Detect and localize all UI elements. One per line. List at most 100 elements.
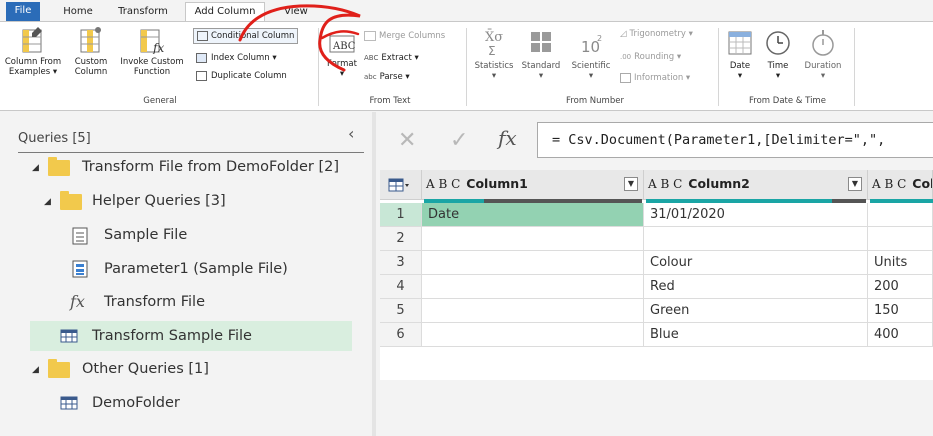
column-from-examples-label-2: Examples — [8, 67, 51, 77]
table-icon — [60, 396, 78, 410]
pane-divider[interactable] — [372, 112, 376, 436]
group-label-from-text: From Text — [369, 96, 411, 106]
table-cell[interactable] — [422, 323, 644, 347]
table-cell[interactable] — [422, 275, 644, 299]
table-cell[interactable]: 150 — [868, 299, 933, 323]
function-icon: fx — [70, 292, 85, 311]
trigonometry-button[interactable]: ◿ Trigonometry ▾ — [620, 28, 693, 40]
column-filter-dropdown-icon[interactable]: ▼ — [848, 177, 862, 191]
accept-formula-icon[interactable]: ✓ — [450, 128, 468, 153]
collapse-arrow-icon[interactable]: ◢ — [44, 187, 51, 217]
tab-view[interactable]: View — [276, 3, 316, 21]
trigonometry-label: Trigonometry — [629, 29, 686, 39]
text-type-icon[interactable]: A B C — [872, 177, 906, 191]
conditional-column-icon — [197, 30, 208, 41]
collapse-pane-icon[interactable]: ‹ — [348, 124, 354, 143]
table-cell[interactable] — [422, 251, 644, 275]
table-cell[interactable] — [422, 227, 644, 251]
query-item-label: Parameter1 (Sample File) — [104, 261, 288, 277]
custom-column-button[interactable]: Custom Column — [68, 26, 114, 77]
table-cell[interactable]: Green — [644, 299, 868, 323]
row-number[interactable]: 3 — [380, 251, 422, 275]
stopwatch-icon — [812, 30, 834, 56]
table-cell[interactable] — [644, 227, 868, 251]
table-cell[interactable] — [422, 299, 644, 323]
table-cell[interactable]: Date — [422, 203, 644, 227]
parse-label: Parse — [379, 72, 403, 82]
select-all-corner[interactable] — [380, 170, 422, 200]
information-button[interactable]: Information ▾ — [620, 72, 690, 84]
group-label-general: General — [143, 96, 177, 106]
column-header-column3[interactable]: A B C Colu — [868, 170, 933, 200]
invoke-custom-function-button[interactable]: fx Invoke Custom Function — [116, 26, 188, 77]
text-type-icon[interactable]: A B C — [648, 177, 682, 191]
format-button[interactable]: ABC Format ▾ — [322, 32, 362, 79]
query-folder-transform-file[interactable]: ◢ Transform File from DemoFolder [2] — [30, 152, 360, 182]
index-column-button[interactable]: Index Column ▾ — [196, 52, 277, 64]
table-menu-icon — [388, 178, 409, 192]
tab-home[interactable]: Home — [55, 3, 101, 21]
query-item-sample-file[interactable]: Sample File — [70, 220, 350, 250]
duration-button[interactable]: Duration ▾ — [798, 28, 848, 81]
time-button[interactable]: Time ▾ — [762, 28, 794, 81]
scientific-button[interactable]: 10 2 Scientific ▾ — [566, 28, 616, 81]
table-cell[interactable]: 31/01/2020 — [644, 203, 868, 227]
formula-bar: ✕ ✓ fx = Csv.Document(Parameter1,[Delimi… — [380, 120, 933, 160]
query-item-demofolder[interactable]: DemoFolder — [60, 388, 340, 418]
table-cell[interactable]: Units — [868, 251, 933, 275]
query-item-parameter1[interactable]: Parameter1 (Sample File) — [70, 254, 350, 284]
column-header-column2[interactable]: A B C Column2 ▼ — [644, 170, 868, 200]
row-number[interactable]: 2 — [380, 227, 422, 251]
standard-button[interactable]: Standard ▾ — [518, 28, 564, 81]
row-number[interactable]: 4 — [380, 275, 422, 299]
extract-icon: ABC — [364, 54, 379, 62]
rounding-label: Rounding — [634, 52, 675, 62]
row-number[interactable]: 6 — [380, 323, 422, 347]
column-header-column1[interactable]: A B C Column1 ▼ — [422, 170, 644, 200]
rounding-button[interactable]: .00 Rounding ▾ — [620, 51, 681, 63]
date-label: Date — [729, 61, 751, 71]
cancel-formula-icon[interactable]: ✕ — [398, 128, 416, 153]
table-cell[interactable]: Red — [644, 275, 868, 299]
column-filter-dropdown-icon[interactable]: ▼ — [624, 177, 638, 191]
collapse-arrow-icon[interactable]: ◢ — [32, 153, 39, 183]
tab-add-column[interactable]: Add Column — [185, 2, 265, 21]
row-number[interactable]: 5 — [380, 299, 422, 323]
conditional-column-label: Conditional Column — [211, 31, 295, 41]
duplicate-column-button[interactable]: Duplicate Column — [196, 70, 287, 82]
custom-column-label-1: Custom — [74, 57, 108, 67]
formula-input[interactable]: = Csv.Document(Parameter1,[Delimiter=","… — [537, 122, 933, 158]
query-folder-other-queries[interactable]: ◢ Other Queries [1] — [30, 354, 360, 384]
fx-icon[interactable]: fx — [498, 126, 517, 150]
date-button[interactable]: Date ▾ — [724, 28, 756, 81]
conditional-column-button[interactable]: Conditional Column — [193, 28, 299, 44]
statistics-button[interactable]: X̄σ Σ Statistics ▾ — [470, 28, 518, 81]
calendar-icon — [728, 31, 752, 55]
row-number[interactable]: 1 — [380, 203, 422, 227]
group-label-from-number: From Number — [566, 96, 624, 106]
query-folder-helper-queries[interactable]: ◢ Helper Queries [3] — [44, 186, 344, 216]
query-item-label: Transform File — [104, 294, 205, 310]
table-cell[interactable]: 400 — [868, 323, 933, 347]
duration-label: Duration — [804, 61, 842, 71]
index-column-icon — [196, 52, 207, 63]
text-type-icon[interactable]: A B C — [426, 177, 460, 191]
merge-columns-button[interactable]: Merge Columns — [364, 30, 445, 42]
table-cell[interactable]: 200 — [868, 275, 933, 299]
column-from-examples-label-1: Column From — [4, 57, 62, 67]
column-from-examples-icon — [22, 27, 42, 53]
parse-button[interactable]: abc Parse ▾ — [364, 71, 410, 83]
extract-button[interactable]: ABC Extract ▾ — [364, 52, 419, 64]
table-cell[interactable] — [868, 203, 933, 227]
custom-column-icon — [80, 27, 101, 53]
query-item-transform-sample-file[interactable]: Transform Sample File — [30, 321, 352, 351]
table-cell[interactable] — [868, 227, 933, 251]
column-from-examples-button[interactable]: Column From Examples ▾ — [2, 26, 64, 77]
collapse-arrow-icon[interactable]: ◢ — [32, 355, 39, 385]
table-cell[interactable]: Colour — [644, 251, 868, 275]
table-cell[interactable]: Blue — [644, 323, 868, 347]
tab-transform[interactable]: Transform — [110, 3, 176, 21]
custom-column-label-2: Column — [74, 67, 108, 77]
query-item-transform-file[interactable]: fx Transform File — [70, 287, 350, 317]
tab-file[interactable]: File — [6, 2, 40, 21]
